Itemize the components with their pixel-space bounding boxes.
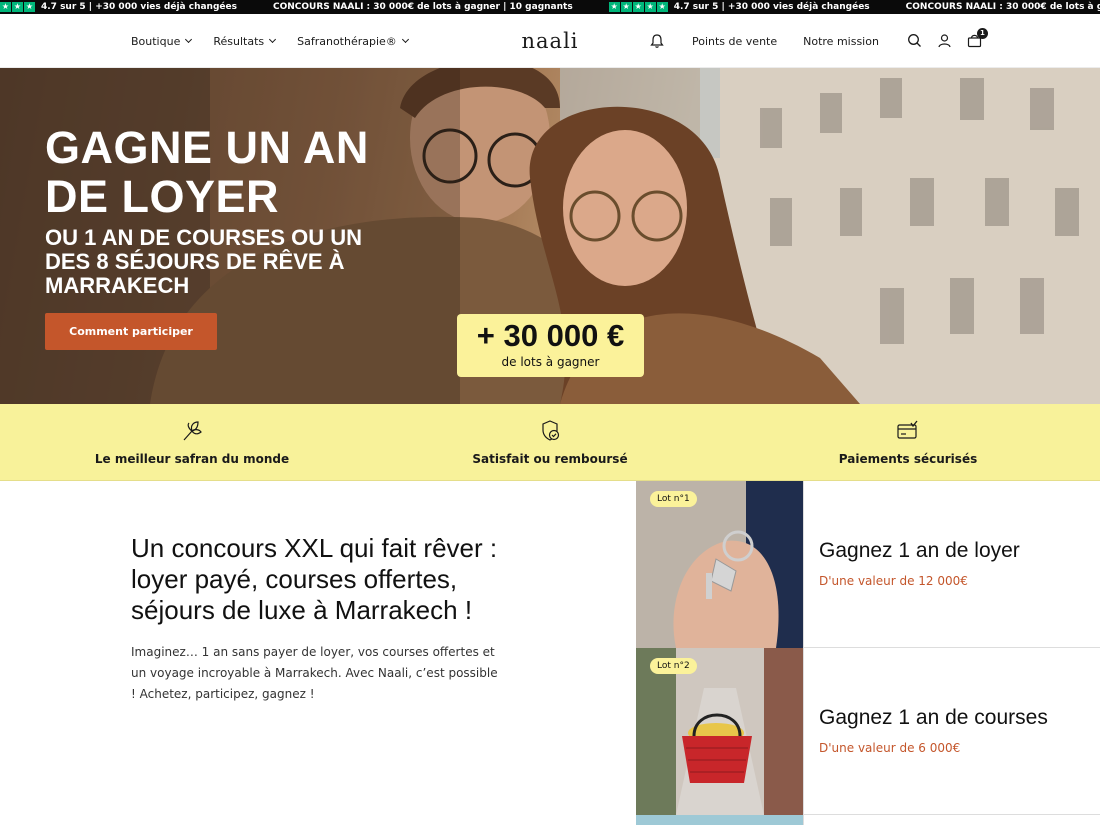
lot-title: Gagnez 1 an de courses (819, 706, 1048, 729)
ticker-contest: CONCOURS NAALI : 30 000€ de lots à gagne… (272, 2, 573, 12)
nav-notre-mission[interactable]: Notre mission (803, 35, 879, 48)
lot-value: D'une valeur de 12 000€ (819, 574, 968, 588)
header-actions: Points de vente Notre mission 1 (650, 14, 988, 68)
lot-badge: Lot n°1 (650, 491, 697, 507)
search-icon[interactable] (907, 33, 923, 49)
site-header: Boutique Résultats Safranothérapie® naal… (0, 14, 1100, 68)
cart-icon[interactable]: 1 (967, 28, 988, 49)
shield-check-icon (538, 419, 562, 443)
hero-banner: GAGNE UN AN DE LOYER OU 1 AN DE COURSES … (0, 68, 1100, 404)
lot-image-basket: Lot n°2 (636, 648, 804, 815)
intro-body: Imaginez… 1 an sans payer de loyer, vos … (131, 645, 498, 701)
feature-saffron: Le meilleur safran du monde (92, 404, 292, 481)
prize-total-badge: + 30 000 € de lots à gagner (457, 314, 644, 377)
chevron-down-icon (269, 35, 277, 44)
chevron-down-icon (401, 35, 409, 44)
lot-card[interactable]: Lot n°2 Gagnez 1 an de courses D'une val… (636, 648, 1100, 815)
hero-subtitle: OU 1 AN DE COURSES OU UN DES 8 SÉJOURS D… (45, 225, 363, 298)
bell-icon[interactable] (650, 33, 666, 49)
site-logo[interactable]: naali (500, 14, 600, 68)
prize-lots-list: Lot n°1 Gagnez 1 an de loyer D'une valeu… (636, 481, 1100, 825)
user-icon[interactable] (937, 33, 953, 49)
lot-card-partial[interactable] (636, 815, 1100, 825)
lot-badge: Lot n°2 (650, 658, 697, 674)
saffron-flower-icon (180, 419, 204, 443)
chevron-down-icon (185, 35, 193, 44)
reassurance-band: Le meilleur safran du monde Satisfait ou… (0, 404, 1100, 481)
ticker-rating: ★★★★ 4.7 sur 5 | +30 000 vies déjà chang… (0, 0, 273, 14)
nav-safranotherapie[interactable]: Safranothérapie® (297, 35, 409, 48)
main-nav: Boutique Résultats Safranothérapie® (131, 14, 409, 68)
ticker-contest: CONCOURS NAALI : 30 000€ de lots à gagne… (905, 2, 1100, 12)
lot-image-keys: Lot n°1 (636, 481, 804, 648)
announcement-ticker: ★★★★ 4.7 sur 5 | +30 000 vies déjà chang… (0, 0, 1100, 14)
nav-points-de-vente[interactable]: Points de vente (692, 35, 777, 48)
trustpilot-stars-icon: ★ ★ ★ ★ ★ (608, 2, 668, 12)
prize-amount: + 30 000 € (476, 318, 625, 353)
participate-button[interactable]: Comment participer (45, 313, 217, 350)
intro-heading: Un concours XXL qui fait rêver : loyer p… (131, 533, 498, 625)
cart-count-badge: 1 (976, 28, 988, 39)
contest-intro: Un concours XXL qui fait rêver : loyer p… (131, 533, 501, 705)
lot-card[interactable]: Lot n°1 Gagnez 1 an de loyer D'une valeu… (636, 481, 1100, 648)
lot-value: D'une valeur de 6 000€ (819, 741, 961, 755)
trustpilot-stars-icon: ★★★★ (0, 2, 35, 12)
nav-boutique[interactable]: Boutique (131, 35, 193, 48)
hero-title: GAGNE UN AN DE LOYER (45, 122, 369, 222)
lot-image-partial (636, 815, 804, 825)
prize-caption: de lots à gagner (501, 355, 600, 369)
lot-title: Gagnez 1 an de loyer (819, 539, 1020, 562)
feature-secure-payments: Paiements sécurisés (808, 404, 1008, 481)
ticker-rating: ★ ★ ★ ★ ★ 4.7 sur 5 | +30 000 vies déjà chan… (608, 2, 870, 12)
card-check-icon (896, 419, 920, 443)
nav-resultats[interactable]: Résultats (213, 35, 277, 48)
feature-satisfied: Satisfait ou remboursé (450, 404, 650, 481)
